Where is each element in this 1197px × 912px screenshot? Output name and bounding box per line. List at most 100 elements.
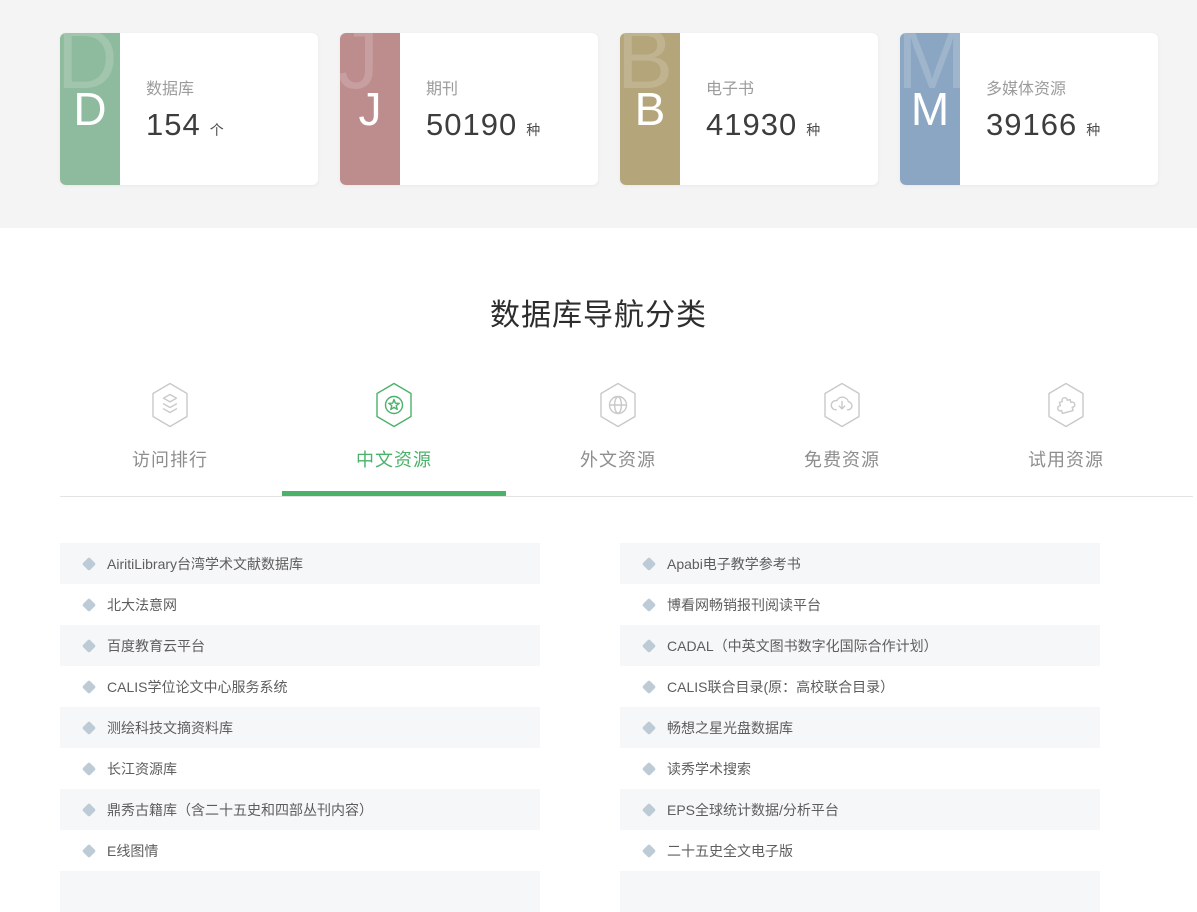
diamond-bullet-icon <box>82 556 96 570</box>
diamond-bullet-icon <box>82 720 96 734</box>
card-info: 数据库 154 个 <box>120 33 318 185</box>
list-item-label: Apabi电子教学参考书 <box>667 554 801 574</box>
stat-card-J: J J 期刊 50190 种 <box>340 33 598 185</box>
star-hexagon-icon <box>282 382 506 428</box>
card-unit: 个 <box>210 120 224 140</box>
stat-card-M: M M 多媒体资源 39166 种 <box>900 33 1158 185</box>
diamond-bullet-icon <box>82 638 96 652</box>
card-unit: 种 <box>526 120 540 140</box>
tab-label: 外文资源 <box>506 446 730 472</box>
diamond-bullet-icon <box>82 597 96 611</box>
list-item-label: 二十五史全文电子版 <box>667 841 793 861</box>
tab-label: 免费资源 <box>730 446 954 472</box>
tab-access-ranking[interactable]: 访问排行 <box>58 382 282 496</box>
resource-list: AiritiLibrary台湾学术文献数据库 北大法意网 百度教育云平台 CAL… <box>60 543 1197 912</box>
card-info: 期刊 50190 种 <box>400 33 598 185</box>
list-item-partial[interactable] <box>620 871 1100 912</box>
card-unit: 种 <box>1086 120 1100 140</box>
database-nav-section: 数据库导航分类 访问排行 中文资源 外文资 <box>0 290 1197 497</box>
card-letter-block: M M <box>900 33 960 185</box>
diamond-bullet-icon <box>82 679 96 693</box>
list-item[interactable]: 二十五史全文电子版 <box>620 830 1100 871</box>
tab-label: 访问排行 <box>58 446 282 472</box>
list-item[interactable]: 畅想之星光盘数据库 <box>620 707 1100 748</box>
list-item-label: CALIS联合目录(原：高校联合目录） <box>667 677 894 697</box>
tab-foreign-resources[interactable]: 外文资源 <box>506 382 730 496</box>
tab-chinese-resources[interactable]: 中文资源 <box>282 382 506 496</box>
list-item[interactable]: 百度教育云平台 <box>60 625 540 666</box>
card-unit: 种 <box>806 120 820 140</box>
list-item-label: CALIS学位论文中心服务系统 <box>107 677 287 697</box>
card-label: 电子书 <box>706 75 878 99</box>
card-letter: J <box>340 86 400 132</box>
list-item[interactable]: Apabi电子教学参考书 <box>620 543 1100 584</box>
list-item-label: CADAL（中英文图书数字化国际合作计划） <box>667 636 938 656</box>
puzzle-hexagon-icon <box>954 382 1178 428</box>
list-item[interactable]: 鼎秀古籍库（含二十五史和四部丛刊内容） <box>60 789 540 830</box>
list-item-label: 北大法意网 <box>107 595 177 615</box>
diamond-bullet-icon <box>642 720 656 734</box>
active-tab-underline <box>282 491 506 496</box>
card-label: 期刊 <box>426 75 598 99</box>
resource-list-right-column: Apabi电子教学参考书 博看网畅销报刊阅读平台 CADAL（中英文图书数字化国… <box>620 543 1100 912</box>
list-item-partial[interactable] <box>60 871 540 912</box>
tabs-divider <box>60 496 1193 497</box>
card-value: 41930 <box>706 107 797 143</box>
list-item[interactable]: E线图情 <box>60 830 540 871</box>
diamond-bullet-icon <box>642 761 656 775</box>
card-letter: M <box>900 86 960 132</box>
list-item-label: 长江资源库 <box>107 759 177 779</box>
list-item[interactable]: CALIS联合目录(原：高校联合目录） <box>620 666 1100 707</box>
list-item[interactable]: 北大法意网 <box>60 584 540 625</box>
card-label: 数据库 <box>146 75 318 99</box>
list-item-label: AiritiLibrary台湾学术文献数据库 <box>107 554 303 574</box>
list-item[interactable]: EPS全球统计数据/分析平台 <box>620 789 1100 830</box>
diamond-bullet-icon <box>642 843 656 857</box>
diamond-bullet-icon <box>82 843 96 857</box>
stats-section: D D 数据库 154 个 J J 期刊 50190 种 B B <box>0 0 1197 228</box>
card-value: 39166 <box>986 107 1077 143</box>
stats-cards: D D 数据库 154 个 J J 期刊 50190 种 B B <box>60 33 1197 185</box>
list-item-label: 博看网畅销报刊阅读平台 <box>667 595 821 615</box>
list-item-label: E线图情 <box>107 841 158 861</box>
list-item-label: 读秀学术搜索 <box>667 759 751 779</box>
layers-hexagon-icon <box>58 382 282 428</box>
list-item[interactable]: 长江资源库 <box>60 748 540 789</box>
diamond-bullet-icon <box>642 638 656 652</box>
diamond-bullet-icon <box>82 802 96 816</box>
tab-label: 中文资源 <box>282 446 506 472</box>
category-tabs: 访问排行 中文资源 外文资源 免费资源 <box>58 382 1178 496</box>
page-title: 数据库导航分类 <box>0 290 1197 334</box>
list-item[interactable]: CALIS学位论文中心服务系统 <box>60 666 540 707</box>
list-item-label: EPS全球统计数据/分析平台 <box>667 800 839 820</box>
list-item[interactable]: 博看网畅销报刊阅读平台 <box>620 584 1100 625</box>
card-letter-block: D D <box>60 33 120 185</box>
list-item-label: 鼎秀古籍库（含二十五史和四部丛刊内容） <box>107 800 373 820</box>
card-label: 多媒体资源 <box>986 75 1158 99</box>
diamond-bullet-icon <box>82 761 96 775</box>
list-item[interactable]: CADAL（中英文图书数字化国际合作计划） <box>620 625 1100 666</box>
list-item-label: 百度教育云平台 <box>107 636 205 656</box>
stat-card-D: D D 数据库 154 个 <box>60 33 318 185</box>
tab-free-resources[interactable]: 免费资源 <box>730 382 954 496</box>
diamond-bullet-icon <box>642 679 656 693</box>
list-item-label: 畅想之星光盘数据库 <box>667 718 793 738</box>
globe-hexagon-icon <box>506 382 730 428</box>
card-info: 多媒体资源 39166 种 <box>960 33 1158 185</box>
diamond-bullet-icon <box>642 597 656 611</box>
list-item[interactable]: 测绘科技文摘资料库 <box>60 707 540 748</box>
tab-trial-resources[interactable]: 试用资源 <box>954 382 1178 496</box>
resource-list-left-column: AiritiLibrary台湾学术文献数据库 北大法意网 百度教育云平台 CAL… <box>60 543 540 912</box>
card-info: 电子书 41930 种 <box>680 33 878 185</box>
card-letter-block: J J <box>340 33 400 185</box>
diamond-bullet-icon <box>642 802 656 816</box>
cloud-download-hexagon-icon <box>730 382 954 428</box>
tab-label: 试用资源 <box>954 446 1178 472</box>
card-letter: D <box>60 86 120 132</box>
list-item-label: 测绘科技文摘资料库 <box>107 718 233 738</box>
diamond-bullet-icon <box>642 556 656 570</box>
card-value: 154 <box>146 107 201 143</box>
list-item[interactable]: AiritiLibrary台湾学术文献数据库 <box>60 543 540 584</box>
list-item[interactable]: 读秀学术搜索 <box>620 748 1100 789</box>
card-letter: B <box>620 86 680 132</box>
